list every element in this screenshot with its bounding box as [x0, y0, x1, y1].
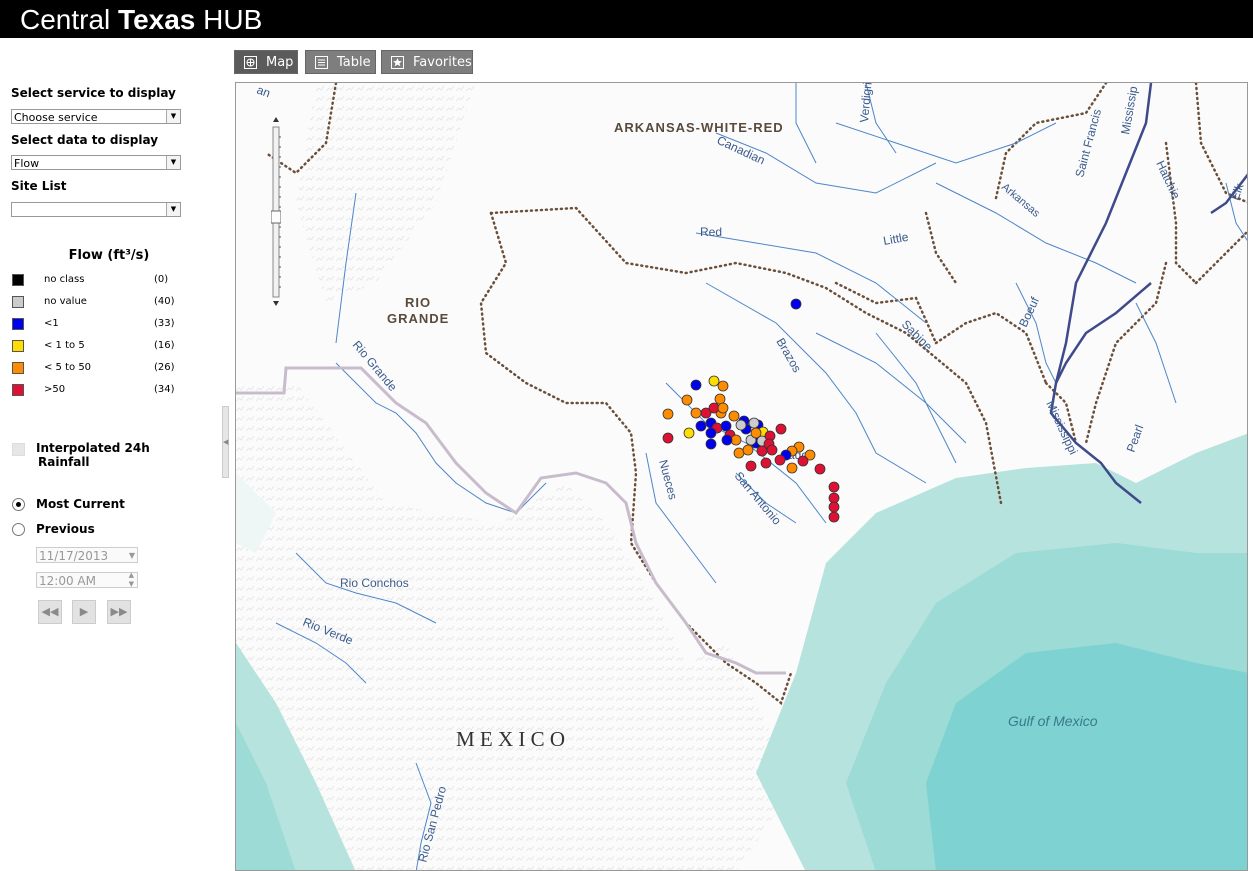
- river-label: Rio Conchos: [340, 576, 409, 590]
- most-current-label: Most Current: [36, 497, 125, 511]
- station-marker[interactable]: [790, 298, 802, 310]
- station-marker[interactable]: [828, 501, 840, 513]
- station-marker[interactable]: [774, 454, 786, 466]
- previous-label: Previous: [36, 522, 95, 536]
- station-marker[interactable]: [717, 402, 729, 414]
- table-icon: [315, 56, 328, 69]
- map-canvas[interactable]: ARKANSAS-WHITE-RED RIO GRANDE M E X I C …: [236, 83, 1248, 871]
- map-icon: [244, 56, 257, 69]
- data-label: Select data to display: [11, 133, 159, 147]
- station-marker[interactable]: [690, 379, 702, 391]
- station-marker[interactable]: [775, 423, 787, 435]
- station-marker[interactable]: [717, 380, 729, 392]
- date-input[interactable]: 11/17/2013 ▼: [36, 547, 138, 563]
- spinner-icon: ▲ ▼: [128, 572, 134, 588]
- app-title: Central Texas HUB: [20, 4, 263, 35]
- sidebar-collapse-handle[interactable]: ◀: [222, 406, 229, 478]
- basin-label: RIO: [405, 295, 431, 310]
- legend-swatch: [12, 362, 24, 374]
- station-marker[interactable]: [705, 438, 717, 450]
- chevron-down-icon: ▼: [166, 203, 180, 216]
- station-marker[interactable]: [708, 375, 720, 387]
- rewind-icon: ◀◀: [41, 605, 59, 618]
- chevron-down-icon: ▼: [166, 156, 180, 169]
- zoom-slider[interactable]: [271, 117, 281, 307]
- station-marker[interactable]: [797, 455, 809, 467]
- station-marker[interactable]: [662, 408, 674, 420]
- river-label: Red: [700, 225, 722, 239]
- station-marker[interactable]: [683, 427, 695, 439]
- station-marker[interactable]: [681, 394, 693, 406]
- station-marker[interactable]: [695, 420, 707, 432]
- fast-forward-button[interactable]: ▶▶: [107, 600, 131, 624]
- legend-swatch: [12, 384, 24, 396]
- header-bar: Central Texas HUB: [0, 0, 1253, 38]
- star-icon: [391, 56, 404, 69]
- legend-item: <1 (33): [12, 318, 182, 332]
- rainfall-label: Interpolated 24h Rainfall: [36, 441, 150, 469]
- country-label: M E X I C O: [456, 727, 565, 751]
- station-marker[interactable]: [786, 462, 798, 474]
- station-marker[interactable]: [708, 402, 720, 414]
- station-marker[interactable]: [828, 492, 840, 504]
- data-select[interactable]: Flow ▼: [11, 155, 181, 170]
- legend-swatch: [12, 340, 24, 352]
- legend-swatch: [12, 318, 24, 330]
- station-marker[interactable]: [828, 511, 840, 523]
- station-marker[interactable]: [735, 419, 747, 431]
- station-marker[interactable]: [714, 393, 726, 405]
- chevron-left-icon: ◀: [223, 438, 229, 446]
- legend-item: < 5 to 50 (26): [12, 362, 182, 376]
- station-marker[interactable]: [690, 407, 702, 419]
- site-list-select[interactable]: ▼: [11, 202, 181, 217]
- tab-favorites[interactable]: Favorites: [381, 50, 473, 74]
- station-marker[interactable]: [814, 463, 826, 475]
- station-marker[interactable]: [705, 427, 717, 439]
- previous-radio[interactable]: [12, 523, 25, 536]
- play-icon: ▶: [79, 605, 89, 618]
- water-label: Gulf of Mexico: [1008, 713, 1098, 729]
- station-marker[interactable]: [745, 460, 757, 472]
- station-marker[interactable]: [748, 417, 760, 429]
- legend-item: no class (0): [12, 274, 182, 288]
- legend-item: < 1 to 5 (16): [12, 340, 182, 354]
- zoom-out-icon[interactable]: [273, 301, 279, 306]
- station-marker[interactable]: [662, 432, 674, 444]
- map-view[interactable]: ARKANSAS-WHITE-RED RIO GRANDE M E X I C …: [235, 82, 1248, 871]
- station-marker[interactable]: [721, 434, 733, 446]
- chevron-down-icon: ▼: [128, 551, 135, 560]
- station-marker[interactable]: [730, 434, 742, 446]
- sidebar: Select service to display Choose service…: [0, 38, 228, 871]
- zoom-in-icon[interactable]: [273, 117, 279, 122]
- legend-item: >50 (34): [12, 384, 182, 398]
- service-select[interactable]: Choose service ▼: [11, 109, 181, 124]
- basin-label: GRANDE: [387, 311, 449, 326]
- station-marker[interactable]: [756, 445, 768, 457]
- station-marker[interactable]: [742, 444, 754, 456]
- site-list-label: Site List: [11, 179, 67, 193]
- basin-label: ARKANSAS-WHITE-RED: [614, 120, 784, 135]
- station-marker[interactable]: [733, 447, 745, 459]
- rainfall-checkbox[interactable]: [12, 443, 25, 456]
- most-current-radio[interactable]: [12, 498, 25, 511]
- tab-map[interactable]: Map: [234, 50, 298, 74]
- time-input[interactable]: 12:00 AM ▲ ▼: [36, 572, 138, 588]
- station-marker[interactable]: [728, 410, 740, 422]
- legend-swatch: [12, 296, 24, 308]
- tab-table[interactable]: Table: [305, 50, 376, 74]
- station-marker[interactable]: [766, 444, 778, 456]
- legend-swatch: [12, 274, 24, 286]
- fast-forward-icon: ▶▶: [110, 605, 128, 618]
- rewind-button[interactable]: ◀◀: [38, 600, 62, 624]
- station-marker[interactable]: [750, 427, 762, 439]
- play-button[interactable]: ▶: [72, 600, 96, 624]
- zoom-handle[interactable]: [271, 210, 281, 224]
- station-marker[interactable]: [828, 481, 840, 493]
- station-marker[interactable]: [760, 457, 772, 469]
- chevron-down-icon: ▼: [166, 110, 180, 123]
- station-marker[interactable]: [720, 420, 732, 432]
- service-label: Select service to display: [11, 86, 176, 100]
- legend-title: Flow (ft³/s): [68, 248, 150, 263]
- legend-item: no value (40): [12, 296, 182, 310]
